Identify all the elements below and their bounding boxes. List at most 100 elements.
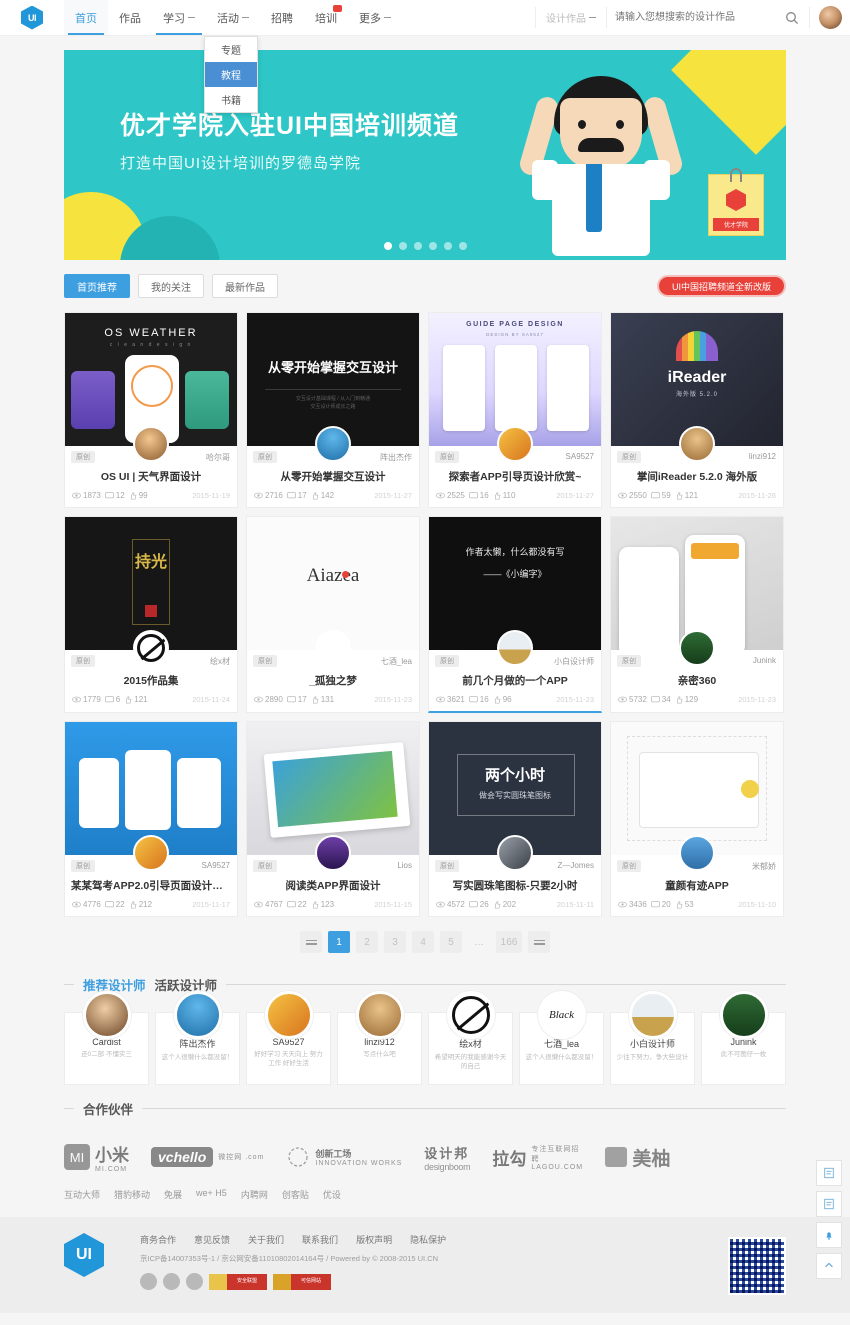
designer-avatar[interactable] bbox=[628, 991, 677, 1039]
pagination-prev[interactable] bbox=[300, 931, 322, 953]
nav-item-training[interactable]: 培训 bbox=[304, 0, 348, 35]
author-name[interactable]: Junink bbox=[753, 656, 776, 665]
author-name[interactable]: linzi912 bbox=[749, 452, 776, 461]
author-avatar[interactable] bbox=[133, 835, 169, 871]
scroll-top-button[interactable] bbox=[816, 1253, 842, 1279]
partner-link[interactable]: 猎豹移动 bbox=[114, 1188, 150, 1201]
weixin-icon[interactable] bbox=[163, 1273, 180, 1290]
author-avatar[interactable] bbox=[315, 630, 351, 666]
designer-card[interactable]: 绘x材 希望明天的我能感谢今天的自己 bbox=[428, 991, 513, 1085]
designer-avatar[interactable] bbox=[82, 991, 131, 1039]
author-avatar[interactable] bbox=[679, 630, 715, 666]
feedback-button[interactable] bbox=[816, 1160, 842, 1186]
security-alliance-badge[interactable]: 安全联盟 bbox=[209, 1273, 267, 1290]
tab-active-designers[interactable]: 活跃设计师 bbox=[155, 975, 218, 994]
designer-card[interactable]: linzi912 写点什么吧 bbox=[337, 991, 422, 1085]
author-avatar[interactable] bbox=[679, 835, 715, 871]
trusted-site-badge[interactable]: 可信网站 bbox=[273, 1273, 331, 1290]
partner-logo-vchello[interactable]: vchello 微控网 .com bbox=[151, 1147, 264, 1167]
designer-avatar[interactable] bbox=[446, 991, 495, 1039]
work-card[interactable]: 原创 Lios 阅读类APP界面设计 4767 22 123 2015-11-1… bbox=[246, 721, 420, 917]
designer-avatar[interactable] bbox=[355, 991, 404, 1039]
designer-card[interactable]: Junink 此不可图仔一枚 bbox=[701, 991, 786, 1085]
partner-link[interactable]: we+ H5 bbox=[196, 1188, 227, 1201]
designer-avatar[interactable]: Black bbox=[537, 991, 586, 1039]
author-name[interactable]: Lios bbox=[397, 861, 412, 870]
filter-following[interactable]: 我的关注 bbox=[138, 274, 204, 298]
author-name[interactable]: SA9527 bbox=[566, 452, 594, 461]
banner-dot-1[interactable] bbox=[383, 242, 392, 250]
work-card[interactable]: 从零开始掌握交互设计 交互设计基础课程 / 从入门到精通 交互设计师成长之路 原创… bbox=[246, 312, 420, 508]
work-card[interactable]: Aiazea Black 原创 七酒_lea _孤独之梦 2890 17 bbox=[246, 516, 420, 713]
banner-dot-2[interactable] bbox=[398, 242, 407, 250]
designer-card[interactable]: Cardist 还0二部 不懂实三 bbox=[64, 991, 149, 1085]
pagination-page-1[interactable]: 1 bbox=[328, 931, 350, 953]
footer-logo[interactable]: UI bbox=[64, 1233, 104, 1277]
author-name[interactable]: 哈尔哥 bbox=[206, 452, 230, 463]
designer-avatar[interactable] bbox=[264, 991, 313, 1039]
partner-logo-innovation-works[interactable]: 创新工场 INNOVATION WORKS bbox=[286, 1145, 402, 1169]
partner-link[interactable]: 内聘网 bbox=[241, 1188, 268, 1201]
author-name[interactable]: SA9527 bbox=[202, 861, 230, 870]
author-avatar[interactable] bbox=[133, 630, 169, 666]
search-scope-select[interactable]: 设计作品 bbox=[536, 0, 606, 35]
search-input[interactable] bbox=[607, 0, 775, 35]
footer-link[interactable]: 联系我们 bbox=[302, 1233, 338, 1246]
author-avatar[interactable] bbox=[315, 426, 351, 462]
partner-link[interactable]: 互动大师 bbox=[64, 1188, 100, 1201]
banner-dot-6[interactable] bbox=[458, 242, 467, 250]
banner-dot-4[interactable] bbox=[428, 242, 437, 250]
author-name[interactable]: 小白设计师 bbox=[554, 656, 594, 667]
notification-button[interactable] bbox=[816, 1222, 842, 1248]
work-card[interactable]: OS WEATHER c l e a n d e s i g n 原创 哈尔哥 … bbox=[64, 312, 238, 508]
author-name[interactable]: 七酒_lea bbox=[381, 656, 412, 667]
designer-card[interactable]: Black 七酒_lea 这个人很懒什么都没留！ bbox=[519, 991, 604, 1085]
partner-logo-xiaomi[interactable]: MI 小米 MI.COM bbox=[64, 1141, 129, 1173]
footer-link[interactable]: 意见反馈 bbox=[194, 1233, 230, 1246]
author-avatar[interactable] bbox=[133, 426, 169, 462]
search-button[interactable] bbox=[775, 0, 809, 35]
banner-dot-5[interactable] bbox=[443, 242, 452, 250]
qq-icon[interactable] bbox=[186, 1273, 203, 1290]
author-avatar[interactable] bbox=[497, 630, 533, 666]
banner-dot-3[interactable] bbox=[413, 242, 422, 250]
partner-link[interactable]: 免展 bbox=[164, 1188, 182, 1201]
nav-item-jobs[interactable]: 招聘 bbox=[260, 0, 304, 35]
author-name[interactable]: 米郁娇 bbox=[752, 861, 776, 872]
work-card[interactable]: 原创 米郁娇 童颜有迹APP 3436 20 53 2015-11-10 bbox=[610, 721, 784, 917]
pagination-page-4[interactable]: 4 bbox=[412, 931, 434, 953]
hero-banner[interactable]: 优才学院 优才学院入驻UI中国培训频道 打造中国UI设计培训的罗德岛学院 bbox=[64, 50, 786, 260]
dropdown-item-books[interactable]: 书籍 bbox=[205, 87, 257, 112]
nav-item-learn[interactable]: 学习 bbox=[152, 0, 206, 35]
dropdown-item-tutorial[interactable]: 教程 bbox=[205, 62, 257, 87]
weibo-icon[interactable] bbox=[140, 1273, 157, 1290]
partner-logo-meiyou[interactable]: 美柚 bbox=[605, 1144, 670, 1171]
designer-card[interactable]: SA9527 好好学习 天天向上 努力工作 好好生活 bbox=[246, 991, 331, 1085]
promo-button[interactable]: UI中国招聘频道全新改版 bbox=[656, 275, 786, 297]
partner-logo-designboom[interactable]: 设计邦 designboom bbox=[424, 1143, 470, 1172]
work-card[interactable]: 持光 原创 绘x材 2015作品集 1779 6 121 2015-11-24 bbox=[64, 516, 238, 713]
author-name[interactable]: 阵出杰作 bbox=[380, 452, 412, 463]
author-name[interactable]: 绘x材 bbox=[210, 656, 230, 667]
nav-item-more[interactable]: 更多 bbox=[348, 0, 402, 35]
footer-link[interactable]: 隐私保护 bbox=[410, 1233, 446, 1246]
work-card[interactable]: 作者太懒，什么都没有写 ——《小编字》 原创 小白设计师 前几个月做的一个APP… bbox=[428, 516, 602, 713]
tab-recommended-designers[interactable]: 推荐设计师 bbox=[83, 975, 146, 994]
work-card[interactable]: 两个小时 做会写实圆珠笔图标 原创 Z—Jomes 写实圆珠笔图标-只要2小时 … bbox=[428, 721, 602, 917]
author-avatar[interactable] bbox=[497, 835, 533, 871]
nav-item-works[interactable]: 作品 bbox=[108, 0, 152, 35]
nav-item-activity[interactable]: 活动 bbox=[206, 0, 260, 35]
pagination-next[interactable] bbox=[528, 931, 550, 953]
nav-item-home[interactable]: 首页 bbox=[64, 0, 108, 35]
footer-link[interactable]: 关于我们 bbox=[248, 1233, 284, 1246]
author-avatar[interactable] bbox=[497, 426, 533, 462]
pagination-page-2[interactable]: 2 bbox=[356, 931, 378, 953]
site-logo[interactable]: UI bbox=[0, 0, 64, 35]
message-button[interactable] bbox=[816, 1191, 842, 1217]
partner-link[interactable]: 创客贴 bbox=[282, 1188, 309, 1201]
designer-card[interactable]: 小白设计师 少往下努力，争大些设计 bbox=[610, 991, 695, 1085]
partner-logo-lagou[interactable]: 拉勾 专注互联网招聘 LAGOU.COM bbox=[492, 1144, 583, 1171]
designer-avatar[interactable] bbox=[173, 991, 222, 1039]
work-card[interactable]: 原创 Junink 亲密360 5732 34 129 2015-11-23 bbox=[610, 516, 784, 713]
work-card[interactable]: GUIDE PAGE DESIGN DESIGN BY SA9527 原创 SA… bbox=[428, 312, 602, 508]
